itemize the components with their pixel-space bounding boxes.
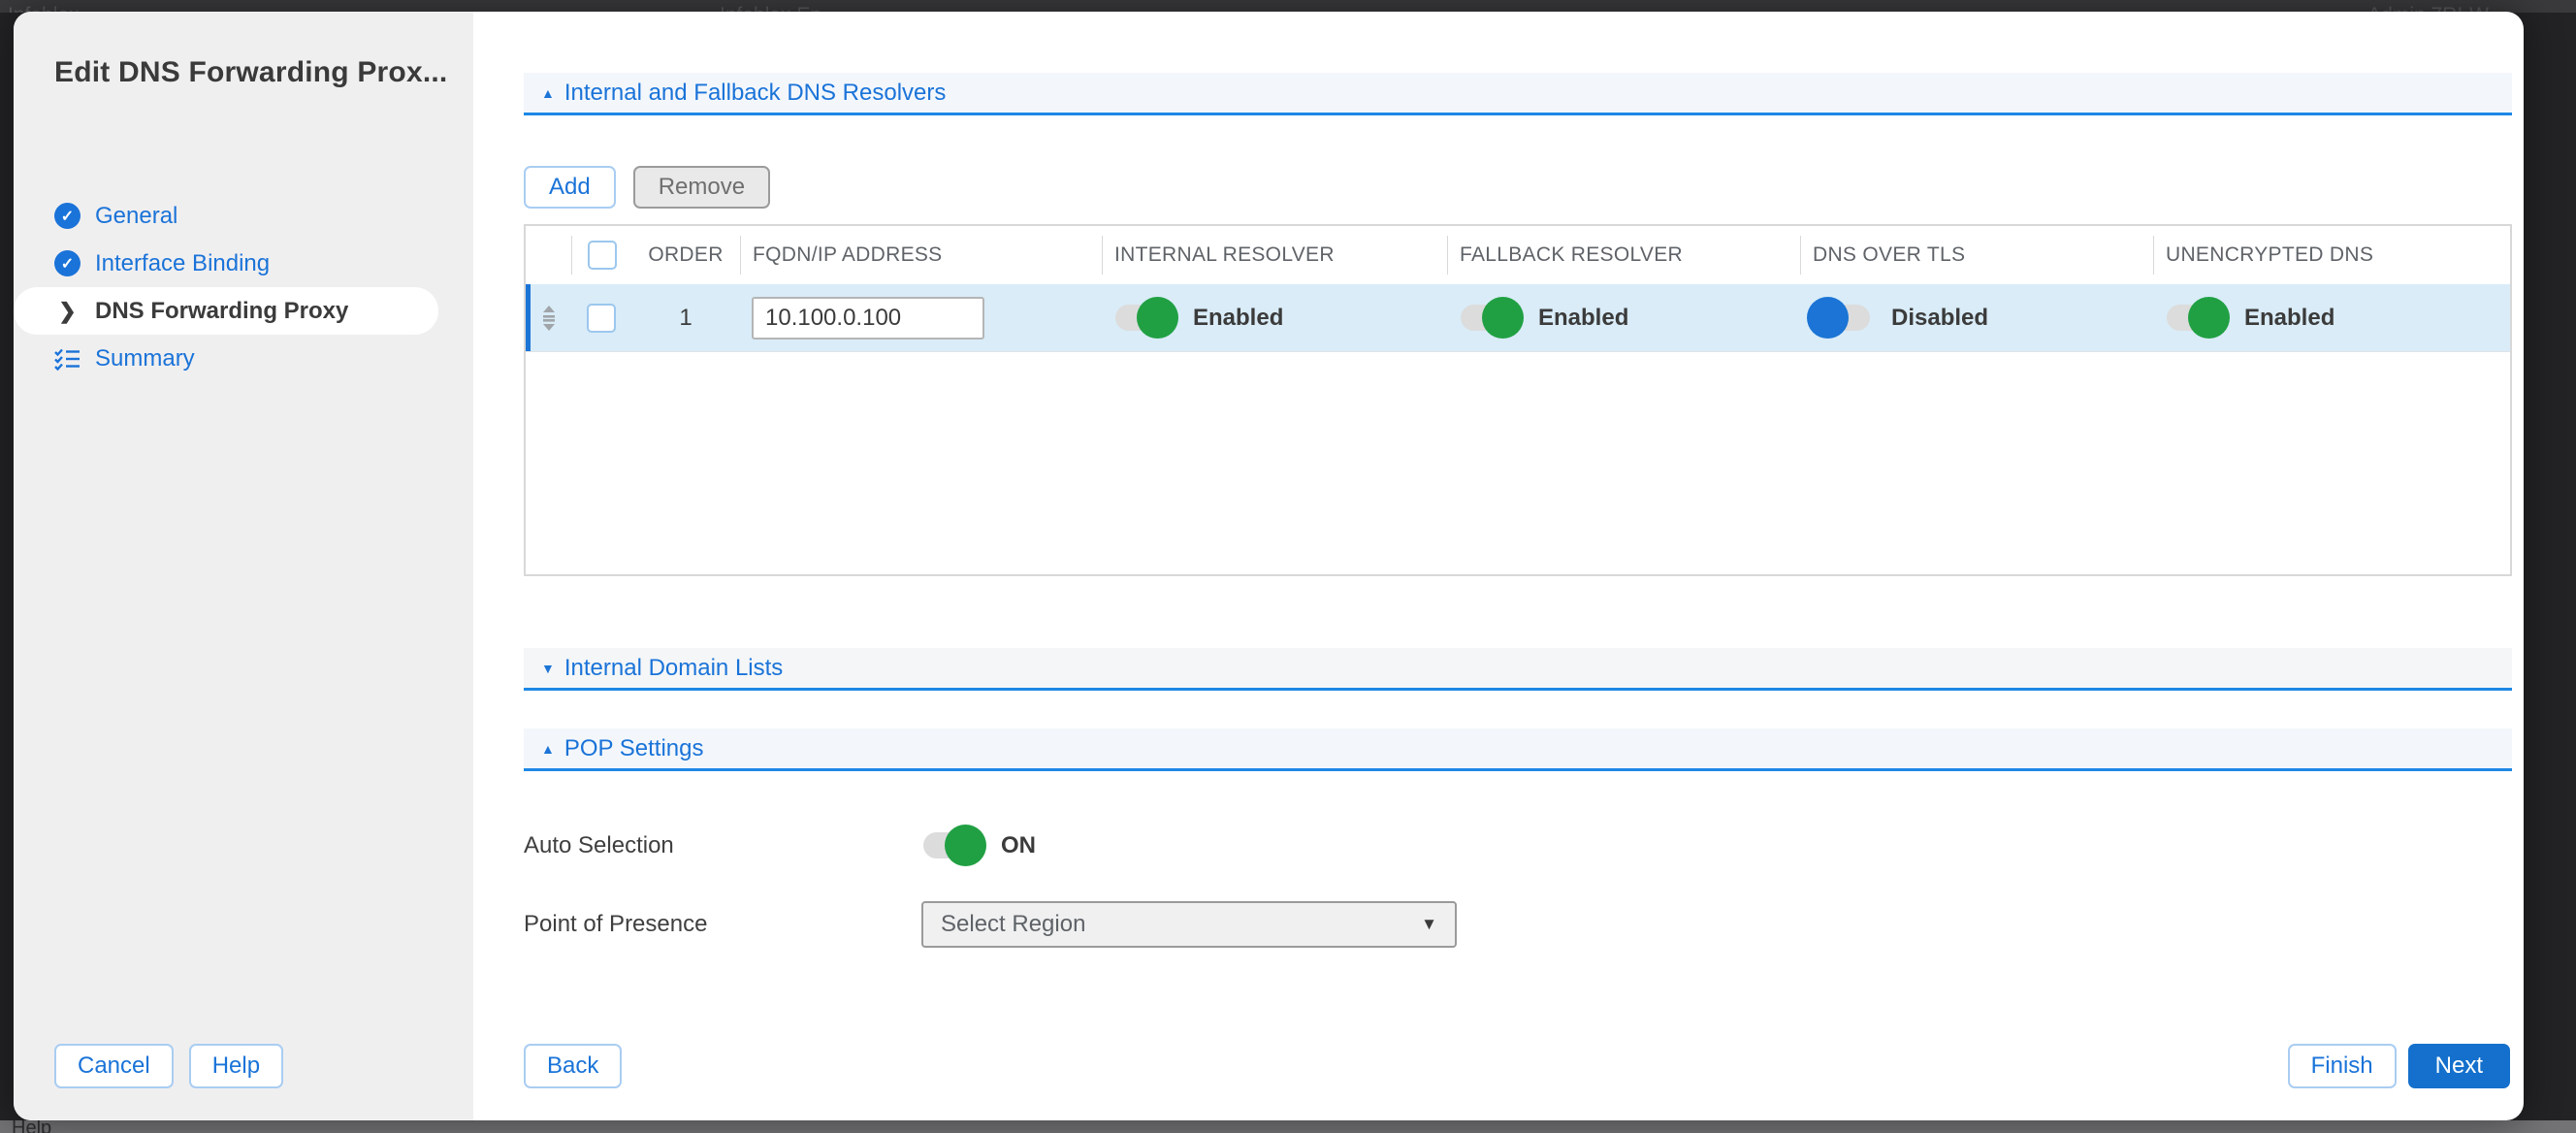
column-header-fallback-resolver: FALLBACK RESOLVER xyxy=(1447,236,1800,275)
internal-resolver-toggle[interactable] xyxy=(1113,297,1174,339)
auto-selection-row: Auto Selection ON xyxy=(524,825,2512,866)
section-header-resolvers[interactable]: ▲ Internal and Fallback DNS Resolvers xyxy=(524,73,2512,115)
cancel-button[interactable]: Cancel xyxy=(54,1044,174,1088)
next-button[interactable]: Next xyxy=(2408,1044,2510,1088)
fqdn-ip-cell xyxy=(740,297,1102,340)
row-checkbox[interactable] xyxy=(587,304,616,333)
toggle-state-label: Enabled xyxy=(2244,305,2334,332)
dialog-footer-actions: Finish Next xyxy=(2288,1044,2510,1088)
unencrypted-dns-cell: Enabled xyxy=(2153,297,2510,339)
toggle-state-label: Enabled xyxy=(1538,305,1628,332)
help-button[interactable]: Help xyxy=(189,1044,283,1088)
table-row: 1 Enabled Enabled xyxy=(526,284,2510,352)
section-header-pop-settings[interactable]: ▲ POP Settings xyxy=(524,728,2512,771)
dropdown-caret-icon: ▼ xyxy=(1421,915,1437,934)
sidebar-item-dns-forwarding-proxy[interactable]: ❯ DNS Forwarding Proxy xyxy=(14,287,438,335)
sidebar-item-label: General xyxy=(95,203,177,230)
order-cell: 1 xyxy=(631,305,740,332)
sidebar-item-interface-binding[interactable]: ✓ Interface Binding xyxy=(14,240,473,287)
section-header-internal-domain-lists[interactable]: ▼ Internal Domain Lists xyxy=(524,648,2512,691)
summary-list-icon xyxy=(54,347,80,371)
select-all-checkbox[interactable] xyxy=(588,241,617,270)
row-select-cell xyxy=(571,304,631,333)
finish-button[interactable]: Finish xyxy=(2288,1044,2397,1088)
section-title: Internal and Fallback DNS Resolvers xyxy=(564,80,947,107)
background-app-bottombar: Help xyxy=(0,1120,2576,1133)
sidebar-item-label: Interface Binding xyxy=(95,250,270,277)
dns-over-tls-toggle[interactable] xyxy=(1812,297,1872,339)
column-header-order: ORDER xyxy=(631,236,740,275)
table-header-row: ORDER FQDN/IP ADDRESS INTERNAL RESOLVER … xyxy=(526,226,2510,284)
collapse-triangle-icon: ▲ xyxy=(541,741,555,757)
add-button[interactable]: Add xyxy=(524,166,616,209)
auto-selection-value: ON xyxy=(1001,832,1036,859)
unencrypted-dns-toggle[interactable] xyxy=(2165,297,2225,339)
column-header-dns-over-tls: DNS OVER TLS xyxy=(1800,236,2153,275)
row-selected-accent xyxy=(526,284,531,351)
fqdn-ip-input[interactable] xyxy=(752,297,984,340)
check-circle-icon: ✓ xyxy=(54,203,80,229)
dns-over-tls-cell: Disabled xyxy=(1800,297,2153,339)
fallback-resolver-cell: Enabled xyxy=(1447,297,1800,339)
column-header-unencrypted-dns: UNENCRYPTED DNS xyxy=(2153,236,2510,275)
fallback-resolver-toggle[interactable] xyxy=(1459,297,1519,339)
resolvers-table: ORDER FQDN/IP ADDRESS INTERNAL RESOLVER … xyxy=(524,224,2512,576)
remove-button[interactable]: Remove xyxy=(633,166,770,209)
back-button[interactable]: Back xyxy=(524,1044,622,1088)
edit-dns-forwarding-proxy-dialog: Edit DNS Forwarding Prox... ✓ General ✓ … xyxy=(14,12,2524,1120)
drag-column-header xyxy=(526,236,571,275)
check-circle-icon: ✓ xyxy=(54,250,80,276)
wizard-steps: ✓ General ✓ Interface Binding ❯ DNS Forw… xyxy=(14,192,473,382)
section-title: POP Settings xyxy=(564,735,704,762)
region-select-value: Select Region xyxy=(941,911,1085,938)
drag-handle[interactable] xyxy=(526,304,571,333)
resolvers-toolbar: Add Remove xyxy=(524,166,2512,209)
point-of-presence-label: Point of Presence xyxy=(524,911,921,938)
internal-resolver-cell: Enabled xyxy=(1102,297,1447,339)
section-title: Internal Domain Lists xyxy=(564,655,783,682)
toggle-state-label: Disabled xyxy=(1891,305,1988,332)
wizard-content: ▲ Internal and Fallback DNS Resolvers Ad… xyxy=(473,12,2524,1120)
sidebar-item-summary[interactable]: Summary xyxy=(14,335,473,382)
select-all-cell xyxy=(571,236,631,275)
sidebar-item-general[interactable]: ✓ General xyxy=(14,192,473,240)
chevron-right-icon: ❯ xyxy=(54,299,80,324)
auto-selection-toggle[interactable] xyxy=(921,825,982,866)
toggle-state-label: Enabled xyxy=(1193,305,1283,332)
dialog-title: Edit DNS Forwarding Prox... xyxy=(14,12,473,89)
collapse-triangle-icon: ▲ xyxy=(541,85,555,101)
wizard-sidebar: Edit DNS Forwarding Prox... ✓ General ✓ … xyxy=(14,12,473,1120)
column-header-internal-resolver: INTERNAL RESOLVER xyxy=(1102,236,1447,275)
region-select-dropdown[interactable]: Select Region ▼ xyxy=(921,901,1457,948)
auto-selection-label: Auto Selection xyxy=(524,832,921,859)
sidebar-item-label: Summary xyxy=(95,345,195,372)
background-help-link: Help xyxy=(12,1120,51,1133)
point-of-presence-row: Point of Presence Select Region ▼ xyxy=(524,901,2512,948)
table-empty-area xyxy=(526,352,2510,574)
column-header-fqdn-ip: FQDN/IP ADDRESS xyxy=(740,236,1102,275)
sidebar-item-label: DNS Forwarding Proxy xyxy=(95,298,348,325)
expand-triangle-icon: ▼ xyxy=(541,661,555,676)
